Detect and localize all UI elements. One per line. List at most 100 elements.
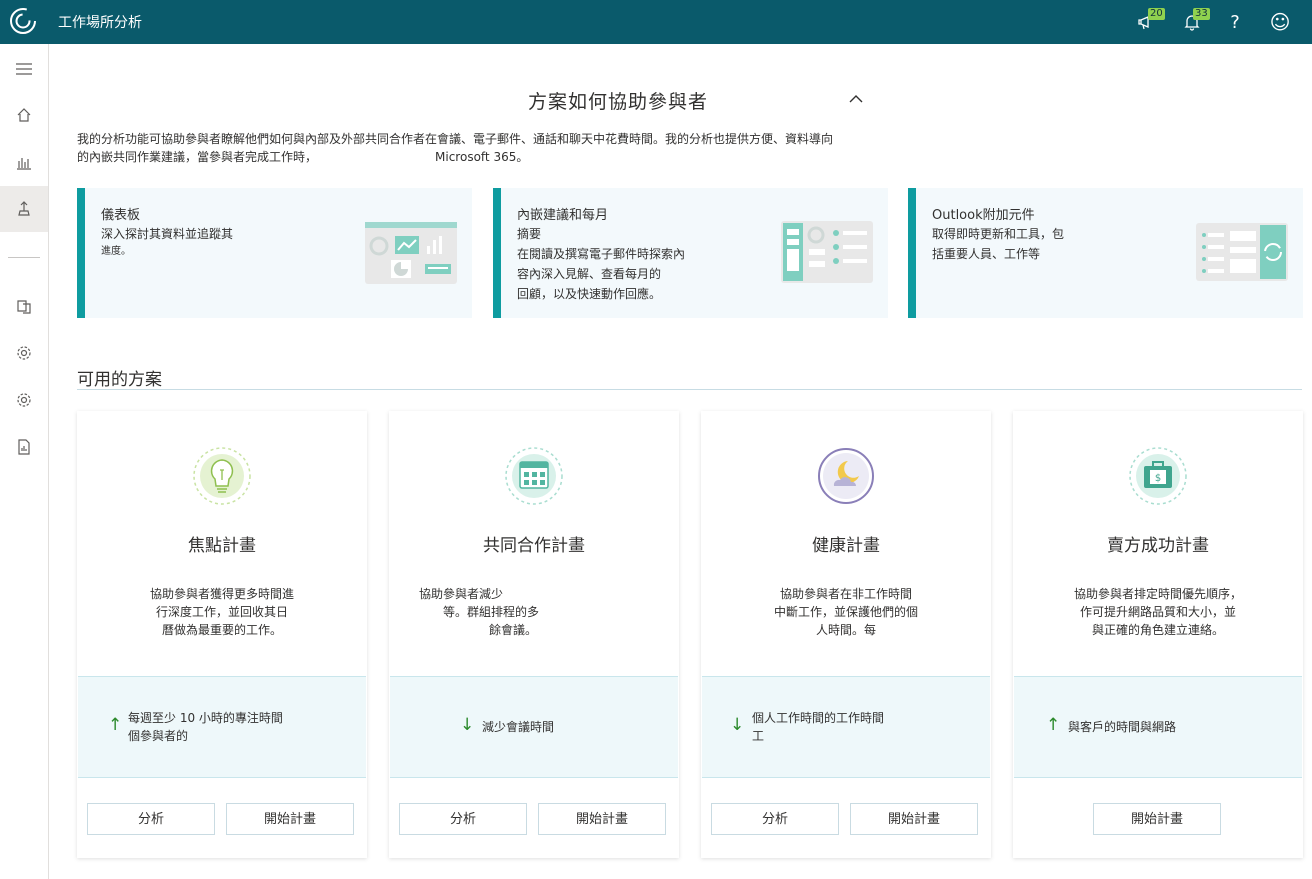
plan-desc-line: 行深度工作，並回收其日 (155, 605, 288, 619)
nav-toggle-button[interactable] (0, 46, 48, 92)
smiley-icon: ☺ (1269, 10, 1291, 34)
plan-desc-line: 協助參與者減少 (419, 587, 504, 601)
plan-metric-text: 減少會議時間 (482, 718, 554, 736)
intro-line2b: Microsoft 365。 (435, 150, 529, 164)
start-plan-button[interactable]: 開始計畫 (226, 803, 354, 835)
plan-desc-line: 等。群組排程的多 (443, 605, 540, 619)
arrow-down-icon: ↓ (460, 715, 475, 735)
top-bar: 工作場所分析 20 33 ? ☺ (0, 0, 1312, 44)
app-logo-icon[interactable] (9, 7, 37, 35)
start-plan-button[interactable]: 開始計畫 (850, 803, 978, 835)
svg-text:$: $ (1155, 473, 1161, 484)
nav-analysis[interactable] (0, 139, 48, 185)
plan-desc-line: 餘會議。 (489, 623, 538, 637)
section-title: 可用的方案 (77, 370, 162, 390)
plan-metric: ↑ 每週至少 10 小時的專注時間 個參與者的 (78, 676, 366, 778)
feature-title: 內嵌建議和每月 (517, 208, 609, 223)
plan-metric-line: 與客戶的時間與網路 (1068, 720, 1177, 734)
org-settings-icon (17, 393, 31, 407)
plan-desc-line: 協助參與者獲得更多時間進 (149, 587, 294, 601)
app-title: 工作場所分析 (58, 15, 142, 31)
plan-title: 健康計畫 (812, 536, 880, 556)
feature-desc: 深入探討其資料並追蹤其 進度。 (101, 224, 233, 260)
nav-home[interactable] (0, 92, 48, 138)
plan-desc-line: 曆做為最重要的工作。 (161, 623, 282, 637)
feature-tile-outlook-addin: Outlook附加元件 取得即時更新和工具，包 括重要人員、工作等 (908, 188, 1303, 318)
plan-metric-line: 個人工作時間的工作時間 (752, 711, 885, 725)
section-divider (77, 389, 1302, 390)
plans-icon (18, 201, 30, 216)
feature-title: 儀表板 (101, 208, 141, 223)
nav-org-settings[interactable] (0, 377, 48, 423)
plan-metric-line: 每週至少 10 小時的專注時間 (128, 711, 283, 725)
feature-accent-bar (908, 188, 916, 318)
feature-title: Outlook附加元件 (932, 208, 1035, 223)
plan-desc-line: 作可提升網路品質和大小，並 (1079, 605, 1236, 619)
feature-accent-bar (77, 188, 85, 318)
feature-desc-line: 回顧，以及快速動作回應。 (517, 287, 662, 301)
feature-desc: 摘要 在閱讀及撰寫電子郵件時探索內 容內深入見解、查看每月的 回顧，以及快速動作… (517, 224, 685, 304)
plan-card-seller-success: $ 賣方成功計畫 協助參與者排定時間優先順序， 作可提升網路品質和大小，並 與正… (1013, 411, 1303, 858)
plan-desc-line: 人時間。每 (815, 623, 876, 637)
plan-metric: ↓ 減少會議時間 (390, 676, 678, 778)
plan-metric-line: 減少會議時間 (482, 720, 555, 734)
arrow-up-icon: ↑ (108, 715, 123, 735)
analyze-button[interactable]: 分析 (711, 803, 839, 835)
arrow-down-icon: ↓ (730, 715, 745, 735)
feature-desc-line: 取得即時更新和工具，包 (932, 227, 1065, 241)
intro-text: 我的分析功能可協助參與者瞭解他們如何與內部及外部共同合作者在會議、電子郵件、通話… (77, 130, 897, 166)
feature-tile-dashboard: 儀表板 深入探討其資料並追蹤其 進度。 (77, 188, 472, 318)
plan-desc-line: 中斷工作，並保護他們的個 (773, 605, 918, 619)
intro-line2-wrap: 的內嵌共同作業建議，當參與者完成工作時， Microsoft 365。 (77, 148, 897, 166)
nav-data-sources[interactable] (0, 283, 48, 329)
notifications-button[interactable]: 33 (1180, 8, 1210, 34)
left-nav (0, 44, 49, 879)
feature-desc-line: 容內深入見解、查看每月的 (517, 267, 662, 281)
settings-icon (17, 346, 31, 360)
plan-title: 焦點計畫 (188, 536, 256, 556)
plan-metric-line: 個參與者的 (128, 729, 189, 743)
plan-desc: 協助參與者獲得更多時間進 行深度工作，並回收其日 曆做為最重要的工作。 (102, 585, 342, 639)
nav-reports[interactable] (0, 424, 48, 470)
feature-tile-inline-suggestions: 內嵌建議和每月 摘要 在閱讀及撰寫電子郵件時探索內 容內深入見解、查看每月的 回… (493, 188, 888, 318)
plan-card-wellbeing: 健康計畫 協助參與者在非工作時間 中斷工作，並保護他們的個 人時間。每 ↓ 個人… (701, 411, 991, 858)
nav-plans[interactable] (0, 186, 48, 232)
arrow-up-icon: ↑ (1046, 715, 1061, 735)
reports-icon (18, 439, 30, 455)
start-plan-button[interactable]: 開始計畫 (1093, 803, 1221, 835)
briefcase-dollar-icon: $ (1129, 447, 1187, 505)
moon-cloud-icon (818, 448, 874, 504)
feature-desc-line: 進度。 (101, 246, 131, 257)
plan-title: 賣方成功計畫 (1107, 536, 1209, 556)
feature-desc-line: 在閱讀及撰寫電子郵件時探索內 (517, 247, 686, 261)
analyze-button[interactable]: 分析 (399, 803, 527, 835)
announcements-button[interactable]: 20 (1135, 8, 1165, 34)
hero-title: 方案如何協助參與者 (528, 91, 709, 113)
plan-metric-text: 與客戶的時間與網路 (1068, 718, 1176, 736)
plan-metric-text: 每週至少 10 小時的專注時間 個參與者的 (128, 709, 283, 745)
plan-metric: ↓ 個人工作時間的工作時間 工 (702, 676, 990, 778)
calendar-icon (505, 447, 563, 505)
feature-desc-line: 括重要人員、工作等 (932, 247, 1041, 261)
start-plan-button[interactable]: 開始計畫 (538, 803, 666, 835)
plan-card-focus: 焦點計畫 協助參與者獲得更多時間進 行深度工作，並回收其日 曆做為最重要的工作。… (77, 411, 367, 858)
help-button[interactable]: ? (1223, 10, 1247, 34)
plan-desc-line: 與正確的角色建立連絡。 (1091, 623, 1224, 637)
intro-line1: 我的分析功能可協助參與者瞭解他們如何與內部及外部共同合作者在會議、電子郵件、通話… (77, 132, 834, 146)
nav-settings[interactable] (0, 330, 48, 376)
plan-title: 共同合作計畫 (483, 536, 585, 556)
notifications-badge: 33 (1193, 8, 1210, 20)
plan-metric-line: 工 (752, 729, 765, 743)
plan-metric-text: 個人工作時間的工作時間 工 (752, 709, 884, 745)
chevron-up-icon[interactable] (848, 92, 864, 104)
home-icon (17, 108, 31, 122)
plan-card-collaboration: 共同合作計畫 協助參與者減少 等。群組排程的多 餘會議。 ↓ 減少會議時間 分析… (389, 411, 679, 858)
analyze-button[interactable]: 分析 (87, 803, 215, 835)
feedback-button[interactable]: ☺ (1268, 10, 1292, 34)
lightbulb-icon (193, 447, 251, 505)
plan-desc-line: 協助參與者排定時間優先順序， (1073, 587, 1242, 601)
plan-desc-line: 協助參與者在非工作時間 (779, 587, 912, 601)
plan-desc: 協助參與者減少 等。群組排程的多 餘會議。 (419, 585, 659, 639)
help-icon: ? (1230, 11, 1240, 33)
analysis-icon (17, 158, 31, 170)
